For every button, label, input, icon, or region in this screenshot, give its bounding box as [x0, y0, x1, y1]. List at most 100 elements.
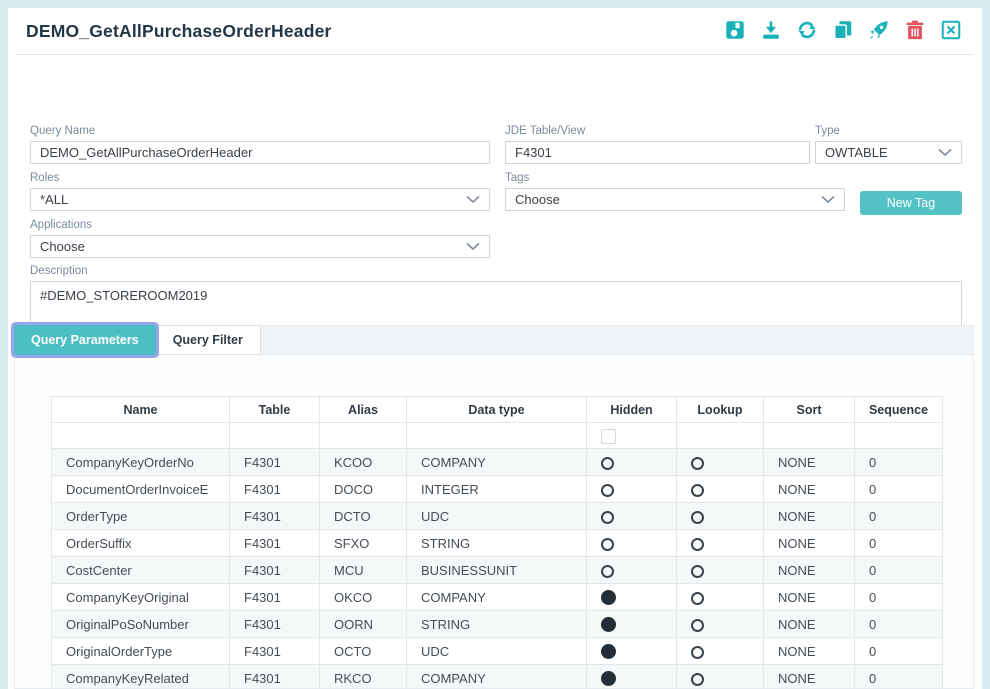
query-name-input[interactable] — [30, 141, 490, 164]
cell-table: F4301 — [230, 503, 320, 530]
hidden-radio[interactable] — [601, 457, 614, 470]
query-parameters-panel: Name Table Alias Data type Hidden Lookup… — [14, 355, 974, 689]
filter-cell-hidden — [587, 423, 677, 449]
query-name-label: Query Name — [30, 125, 490, 137]
type-select[interactable]: OWTABLE — [815, 141, 962, 164]
applications-select[interactable]: Choose — [30, 235, 490, 258]
tab-query-parameters[interactable]: Query Parameters — [14, 325, 156, 355]
hidden-radio[interactable] — [601, 511, 614, 524]
lookup-radio[interactable] — [691, 565, 704, 578]
roles-select[interactable]: *ALL — [30, 188, 490, 211]
cell-sequence: 0 — [855, 584, 943, 611]
hidden-radio[interactable] — [601, 484, 614, 497]
table-body: CompanyKeyOrderNo F4301 KCOO COMPANY NON… — [52, 449, 943, 689]
table-row: CostCenter F4301 MCU BUSINESSUNIT NONE 0 — [52, 557, 943, 584]
cell-alias: KCOO — [320, 449, 407, 476]
hidden-radio[interactable] — [601, 565, 614, 578]
column-header-sequence: Sequence — [855, 397, 943, 423]
cell-sequence: 0 — [855, 665, 943, 689]
jde-table-view-input[interactable] — [505, 141, 810, 164]
lookup-radio[interactable] — [691, 538, 704, 551]
table-row: OriginalOrderType F4301 OCTO UDC NONE 0 — [52, 638, 943, 665]
type-label: Type — [815, 125, 962, 137]
cell-table: F4301 — [230, 557, 320, 584]
cell-hidden — [587, 530, 677, 557]
hidden-radio[interactable] — [601, 671, 616, 686]
cell-sequence: 0 — [855, 530, 943, 557]
copy-icon[interactable] — [831, 18, 855, 42]
cell-data-type: STRING — [407, 530, 587, 557]
lookup-radio[interactable] — [691, 592, 704, 605]
filter-cell-name[interactable] — [52, 423, 230, 449]
cell-sort: NONE — [764, 665, 855, 689]
cell-sort: NONE — [764, 503, 855, 530]
lookup-radio[interactable] — [691, 484, 704, 497]
cell-table: F4301 — [230, 476, 320, 503]
download-icon[interactable] — [759, 18, 783, 42]
cell-table: F4301 — [230, 449, 320, 476]
hidden-radio[interactable] — [601, 617, 616, 632]
filter-cell-lookup — [677, 423, 764, 449]
hidden-radio[interactable] — [601, 538, 614, 551]
column-header-sort: Sort — [764, 397, 855, 423]
cell-sequence: 0 — [855, 638, 943, 665]
filter-cell-table[interactable] — [230, 423, 320, 449]
hidden-radio[interactable] — [601, 644, 616, 659]
hidden-radio[interactable] — [601, 590, 616, 605]
cell-hidden — [587, 638, 677, 665]
table-row: OrderType F4301 DCTO UDC NONE 0 — [52, 503, 943, 530]
hidden-filter-checkbox[interactable] — [601, 429, 616, 444]
cell-name: OriginalPoSoNumber — [52, 611, 230, 638]
card-header: DEMO_GetAllPurchaseOrderHeader — [17, 8, 973, 55]
cell-sort: NONE — [764, 611, 855, 638]
cell-lookup — [677, 638, 764, 665]
cell-alias: MCU — [320, 557, 407, 584]
cell-sequence: 0 — [855, 611, 943, 638]
cell-alias: DOCO — [320, 476, 407, 503]
cell-sequence: 0 — [855, 476, 943, 503]
cell-alias: OORN — [320, 611, 407, 638]
cell-hidden — [587, 449, 677, 476]
column-header-table: Table — [230, 397, 320, 423]
cell-lookup — [677, 449, 764, 476]
lookup-radio[interactable] — [691, 673, 704, 686]
save-icon[interactable] — [723, 18, 747, 42]
cell-lookup — [677, 476, 764, 503]
rocket-icon[interactable] — [867, 18, 891, 42]
cell-data-type: STRING — [407, 611, 587, 638]
tags-select[interactable]: Choose — [505, 188, 845, 211]
lookup-radio[interactable] — [691, 511, 704, 524]
cell-table: F4301 — [230, 530, 320, 557]
cell-sort: NONE — [764, 557, 855, 584]
table-row: OriginalPoSoNumber F4301 OORN STRING NON… — [52, 611, 943, 638]
cell-hidden — [587, 584, 677, 611]
table-row: CompanyKeyOrderNo F4301 KCOO COMPANY NON… — [52, 449, 943, 476]
jde-table-view-label: JDE Table/View — [505, 125, 810, 137]
tab-query-filter[interactable]: Query Filter — [155, 325, 261, 355]
close-icon[interactable] — [939, 18, 963, 42]
table-row: CompanyKeyOriginal F4301 OKCO COMPANY NO… — [52, 584, 943, 611]
cell-sort: NONE — [764, 584, 855, 611]
column-header-data-type: Data type — [407, 397, 587, 423]
toolbar — [723, 18, 963, 42]
refresh-icon[interactable] — [795, 18, 819, 42]
filter-cell-data-type[interactable] — [407, 423, 587, 449]
cell-name: OrderSuffix — [52, 530, 230, 557]
chevron-down-icon — [938, 148, 952, 157]
cell-data-type: COMPANY — [407, 449, 587, 476]
cell-lookup — [677, 530, 764, 557]
cell-name: OrderType — [52, 503, 230, 530]
query-form: Query Name JDE Table/View Type OWTABLE R… — [8, 55, 982, 327]
lookup-radio[interactable] — [691, 457, 704, 470]
new-tag-button[interactable]: New Tag — [860, 191, 962, 215]
cell-data-type: COMPANY — [407, 584, 587, 611]
tags-label: Tags — [505, 172, 845, 184]
filter-cell-alias[interactable] — [320, 423, 407, 449]
table-header-row: Name Table Alias Data type Hidden Lookup… — [52, 397, 943, 423]
cell-lookup — [677, 557, 764, 584]
cell-sort: NONE — [764, 530, 855, 557]
column-header-alias: Alias — [320, 397, 407, 423]
lookup-radio[interactable] — [691, 646, 704, 659]
trash-icon[interactable] — [903, 18, 927, 42]
lookup-radio[interactable] — [691, 619, 704, 632]
